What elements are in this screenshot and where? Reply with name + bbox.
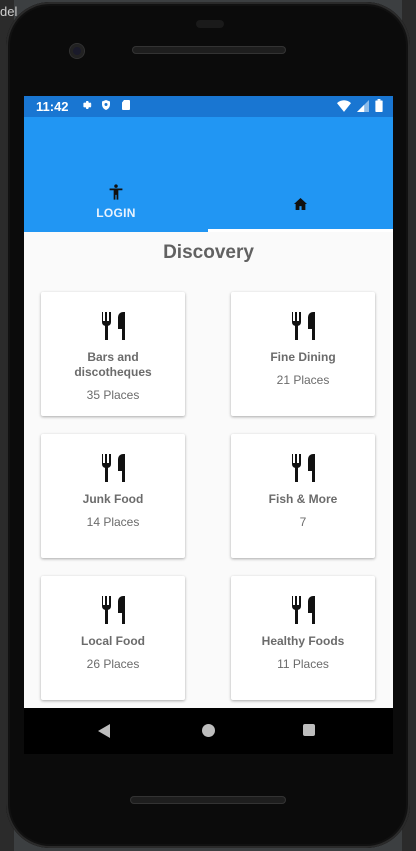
bottom-speaker [130,796,286,804]
status-icons-left [80,99,132,111]
category-name: Healthy Foods [261,634,345,648]
recents-icon[interactable] [303,724,315,736]
app-bar: LOGIN [24,117,393,232]
navigation-bar [24,708,393,754]
category-name: Fine Dining [270,350,336,364]
shield-icon [102,100,110,110]
tab-login[interactable]: LOGIN [24,117,208,232]
back-icon[interactable] [98,724,110,738]
status-bar: 11:42 [24,96,393,117]
home-button-icon[interactable] [202,724,215,737]
restaurant-icon [291,596,315,624]
earpiece-speaker [132,46,286,54]
category-card-fine-dining[interactable]: Fine Dining 21 Places [231,292,375,416]
ide-tab-label: del [0,4,18,19]
category-count: 35 Places [86,388,140,402]
signal-icon [357,99,369,112]
battery-icon [375,99,383,112]
category-name: Bars and discotheques [74,350,152,379]
restaurant-icon [101,312,125,340]
category-card-fish[interactable]: Fish & More 7 [231,434,375,558]
category-name: Fish & More [268,492,338,506]
status-time: 11:42 [36,99,69,114]
app-screen: 11:42 LOGIN Discovery Bars and discotheq… [24,96,393,708]
category-count: 7 [299,515,307,529]
tab-home[interactable] [208,117,393,232]
proximity-sensor [196,20,224,28]
page-title: Discovery [163,242,254,263]
person-icon [109,184,123,200]
home-icon [294,198,307,210]
restaurant-icon [101,454,125,482]
category-card-junk-food[interactable]: Junk Food 14 Places [41,434,185,558]
gear-icon [83,101,92,109]
category-name: Junk Food [82,492,144,506]
category-card-bars[interactable]: Bars and discotheques 35 Places [41,292,185,416]
category-grid: Bars and discotheques 35 Places Fine Din… [41,292,375,700]
wifi-icon [337,99,351,112]
category-card-healthy-foods[interactable]: Healthy Foods 11 Places [231,576,375,700]
category-card-local-food[interactable]: Local Food 26 Places [41,576,185,700]
status-icons-right [337,99,383,112]
tab-indicator [208,229,393,232]
category-count: 26 Places [86,657,140,671]
category-name: Local Food [81,634,145,648]
restaurant-icon [101,596,125,624]
restaurant-icon [291,454,315,482]
restaurant-icon [291,312,315,340]
category-count: 11 Places [277,657,329,671]
category-count: 21 Places [276,373,330,387]
sd-card-icon [122,100,130,110]
tab-login-label: LOGIN [96,206,136,220]
front-camera [70,44,84,58]
category-count: 14 Places [86,515,140,529]
